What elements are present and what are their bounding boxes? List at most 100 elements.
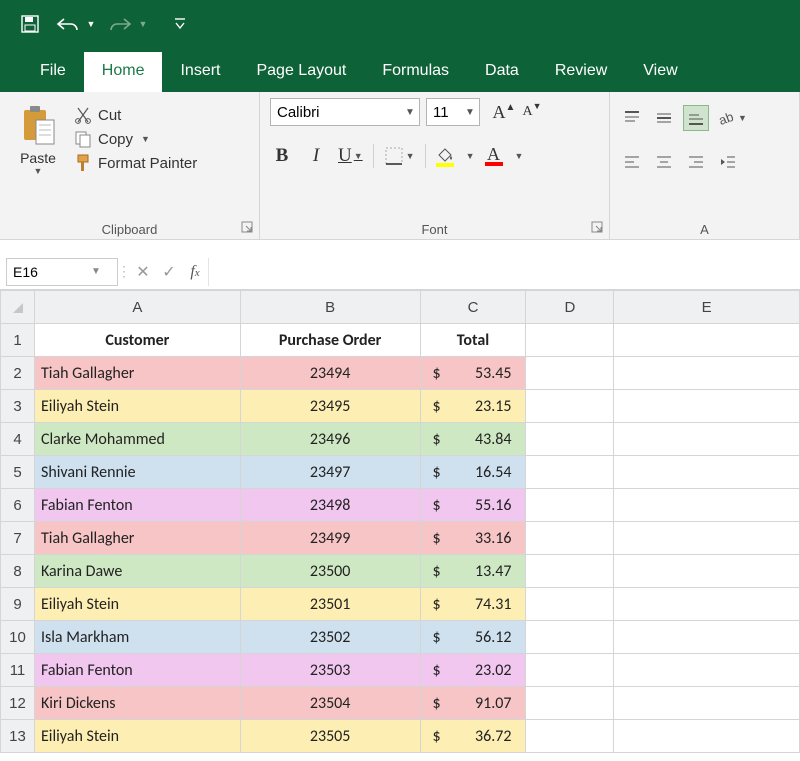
cell[interactable]: $74.31 <box>420 588 526 621</box>
cell[interactable]: 23500 <box>240 555 420 588</box>
align-center-button[interactable] <box>652 150 676 174</box>
row-header[interactable]: 9 <box>1 588 35 621</box>
cell[interactable]: Fabian Fenton <box>34 489 240 522</box>
align-right-button[interactable] <box>684 150 708 174</box>
redo-icon[interactable] <box>106 10 134 38</box>
cell[interactable] <box>614 720 800 753</box>
save-icon[interactable] <box>16 10 44 38</box>
cell[interactable]: Kiri Dickens <box>34 687 240 720</box>
copy-button[interactable]: Copy ▼ <box>74 130 197 148</box>
cell[interactable]: 23499 <box>240 522 420 555</box>
cell[interactable]: 23498 <box>240 489 420 522</box>
cell[interactable]: Eiliyah Stein <box>34 720 240 753</box>
cell[interactable]: Karina Dawe <box>34 555 240 588</box>
column-header-E[interactable]: E <box>614 291 800 324</box>
row-header[interactable]: 12 <box>1 687 35 720</box>
undo-icon[interactable] <box>54 10 82 38</box>
cell[interactable] <box>526 357 614 390</box>
cell[interactable] <box>526 522 614 555</box>
select-all-button[interactable] <box>1 291 35 324</box>
cell[interactable] <box>526 588 614 621</box>
cell[interactable] <box>526 456 614 489</box>
enter-formula-icon[interactable]: ✓ <box>156 262 182 282</box>
align-middle-button[interactable] <box>652 106 676 130</box>
chevron-down-icon[interactable]: ▼ <box>515 151 524 161</box>
font-size-input[interactable] <box>427 104 461 121</box>
cell[interactable]: Shivani Rennie <box>34 456 240 489</box>
undo-dropdown-icon[interactable]: ▼ <box>86 10 96 38</box>
align-left-button[interactable] <box>620 150 644 174</box>
tab-file[interactable]: File <box>22 52 84 92</box>
cell[interactable] <box>614 456 800 489</box>
paste-button[interactable]: Paste ▼ <box>10 98 66 218</box>
decrease-indent-button[interactable] <box>716 150 740 174</box>
cell[interactable]: $23.15 <box>420 390 526 423</box>
customize-qat-icon[interactable] <box>166 10 194 38</box>
cell[interactable]: $43.84 <box>420 423 526 456</box>
cell[interactable]: Clarke Mohammed <box>34 423 240 456</box>
chevron-down-icon[interactable]: ▼ <box>401 107 419 118</box>
cell[interactable]: 23496 <box>240 423 420 456</box>
cell[interactable]: 23505 <box>240 720 420 753</box>
row-header[interactable]: 6 <box>1 489 35 522</box>
cell[interactable]: Isla Markham <box>34 621 240 654</box>
cell[interactable] <box>614 555 800 588</box>
cell[interactable]: $16.54 <box>420 456 526 489</box>
row-header[interactable]: 7 <box>1 522 35 555</box>
tab-view[interactable]: View <box>625 52 695 92</box>
cell[interactable]: Tiah Gallagher <box>34 357 240 390</box>
cell[interactable]: 23494 <box>240 357 420 390</box>
cell[interactable] <box>526 621 614 654</box>
cell[interactable] <box>614 654 800 687</box>
font-color-button[interactable]: A <box>485 147 503 166</box>
font-dialog-launcher-icon[interactable] <box>591 221 605 235</box>
cancel-formula-icon[interactable]: ✕ <box>130 262 156 282</box>
cut-button[interactable]: Cut <box>74 106 197 124</box>
cell[interactable]: $91.07 <box>420 687 526 720</box>
tab-data[interactable]: Data <box>467 52 537 92</box>
paste-dropdown-icon[interactable]: ▼ <box>34 166 43 176</box>
cell[interactable]: 23502 <box>240 621 420 654</box>
italic-button[interactable]: I <box>304 144 328 168</box>
cell[interactable] <box>526 720 614 753</box>
row-header[interactable]: 11 <box>1 654 35 687</box>
cell[interactable]: Total <box>420 324 526 357</box>
cell[interactable]: 23503 <box>240 654 420 687</box>
chevron-down-icon[interactable]: ▼ <box>87 266 105 277</box>
cell[interactable]: Tiah Gallagher <box>34 522 240 555</box>
tab-review[interactable]: Review <box>537 52 625 92</box>
cell[interactable]: Eiliyah Stein <box>34 588 240 621</box>
column-header-D[interactable]: D <box>526 291 614 324</box>
cell[interactable]: $53.45 <box>420 357 526 390</box>
borders-button[interactable]: ▼ <box>384 146 415 166</box>
tab-insert[interactable]: Insert <box>162 52 238 92</box>
cell[interactable] <box>614 588 800 621</box>
cell[interactable] <box>526 423 614 456</box>
cell[interactable] <box>614 357 800 390</box>
cell[interactable]: Customer <box>34 324 240 357</box>
align-bottom-button[interactable] <box>684 106 708 130</box>
chevron-down-icon[interactable]: ▼ <box>406 151 415 161</box>
row-header[interactable]: 1 <box>1 324 35 357</box>
cell[interactable]: 23495 <box>240 390 420 423</box>
column-header-A[interactable]: A <box>34 291 240 324</box>
cell[interactable]: 23501 <box>240 588 420 621</box>
cell[interactable]: $13.47 <box>420 555 526 588</box>
name-box-input[interactable] <box>7 264 87 280</box>
cell[interactable] <box>614 423 800 456</box>
increase-font-size-button[interactable]: A▲ <box>492 100 516 124</box>
cell[interactable] <box>526 324 614 357</box>
cell[interactable]: Purchase Order <box>240 324 420 357</box>
cell[interactable]: $56.12 <box>420 621 526 654</box>
cell[interactable] <box>614 324 800 357</box>
cell[interactable]: $23.02 <box>420 654 526 687</box>
row-header[interactable]: 3 <box>1 390 35 423</box>
cell[interactable]: $36.72 <box>420 720 526 753</box>
cell[interactable]: 23504 <box>240 687 420 720</box>
align-top-button[interactable] <box>620 106 644 130</box>
cell[interactable] <box>526 687 614 720</box>
underline-button[interactable]: U▼ <box>338 144 363 168</box>
cell[interactable] <box>614 687 800 720</box>
cell[interactable] <box>614 522 800 555</box>
row-header[interactable]: 8 <box>1 555 35 588</box>
